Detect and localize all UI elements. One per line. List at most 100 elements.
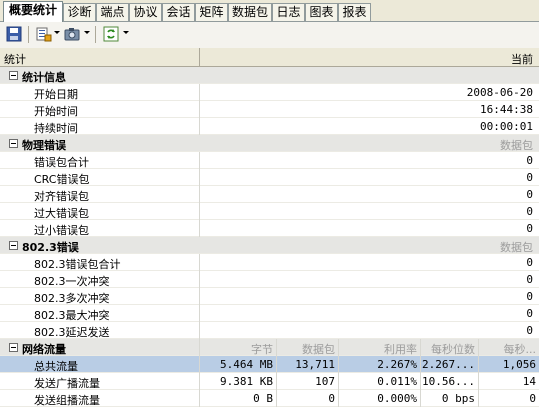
table-row[interactable]: 错误包合计 0 (0, 152, 539, 169)
cell-pps: 0 (478, 390, 539, 407)
collapse-icon[interactable] (9, 343, 18, 352)
column-divider (199, 288, 200, 305)
row-value: 0 (526, 205, 533, 218)
cell-utilization: 0.011% (338, 373, 420, 390)
table-row[interactable]: 802.3延迟发送 0 (0, 322, 539, 339)
section-title: 物理错误 (22, 139, 66, 152)
traffic-column-bytes[interactable]: 字节 (199, 339, 276, 356)
column-header-current[interactable]: 当前 (511, 51, 533, 67)
column-divider (199, 84, 200, 101)
section-header-network-traffic[interactable]: 网络流量 字节 数据包 利用率 每秒位数 每秒... (0, 339, 539, 356)
row-value: 0 (526, 307, 533, 320)
row-label: 802.3多次冲突 (34, 292, 110, 305)
table-row[interactable]: 开始日期 2008-06-20 (0, 84, 539, 101)
row-value: 0 (526, 273, 533, 286)
column-divider[interactable] (199, 48, 200, 67)
section-column-label: 数据包 (500, 139, 533, 152)
table-row[interactable]: 802.3多次冲突 0 (0, 288, 539, 305)
table-row-selected[interactable]: 总共流量 5.464 MB 13,711 2.267% 2.267... 1,0… (0, 356, 539, 373)
table-row[interactable]: 过大错误包 0 (0, 203, 539, 220)
row-value: 0 (526, 290, 533, 303)
cell-packets: 0 (276, 390, 338, 407)
capture-dropdown-arrow[interactable] (84, 31, 90, 34)
tab-charts[interactable]: 图表 (305, 3, 338, 21)
tab-log[interactable]: 日志 (272, 3, 305, 21)
cell-pps: 1,056 (478, 356, 539, 373)
table-row[interactable]: 开始时间 16:44:38 (0, 101, 539, 118)
tab-matrix[interactable]: 矩阵 (195, 3, 228, 21)
row-label: 802.3最大冲突 (34, 309, 110, 322)
row-value: 0 (526, 324, 533, 337)
row-label: 802.3一次冲突 (34, 275, 110, 288)
tab-summary-statistics[interactable]: 概要统计 (3, 1, 63, 22)
column-divider (199, 152, 200, 169)
column-divider (199, 186, 200, 203)
section-header-statistics[interactable]: 统计信息 (0, 67, 539, 84)
statistics-grid: 统计 当前 统计信息 开始日期 2008-06-20 开始时间 16:44:38… (0, 48, 539, 412)
column-divider (199, 305, 200, 322)
table-row[interactable]: 802.3一次冲突 0 (0, 271, 539, 288)
section-column-label: 数据包 (500, 241, 533, 254)
collapse-icon[interactable] (9, 71, 18, 80)
view-options-dropdown-arrow[interactable] (54, 31, 60, 34)
view-options-icon[interactable] (36, 26, 52, 42)
row-label: 过大错误包 (34, 207, 89, 220)
row-value: 0 (526, 256, 533, 269)
traffic-column-utilization[interactable]: 利用率 (338, 339, 420, 356)
row-value: 0 (526, 222, 533, 235)
capture-icon[interactable] (64, 26, 80, 42)
section-header-physical-errors[interactable]: 物理错误 数据包 (0, 135, 539, 152)
save-icon[interactable] (6, 26, 22, 42)
cell-bytes: 9.381 KB (199, 373, 276, 390)
table-row[interactable]: 发送组播流量 0 B 0 0.000% 0 bps 0 (0, 390, 539, 407)
row-label: CRC错误包 (34, 173, 90, 186)
traffic-column-packets[interactable]: 数据包 (276, 339, 338, 356)
row-label: 发送广播流量 (34, 377, 100, 390)
column-divider (199, 203, 200, 220)
column-header-statistic[interactable]: 统计 (4, 51, 26, 67)
row-value: 00:00:01 (480, 120, 533, 133)
row-label: 开始时间 (34, 105, 78, 118)
tab-packets[interactable]: 数据包 (228, 3, 272, 21)
table-row[interactable]: CRC错误包 0 (0, 169, 539, 186)
table-row[interactable]: 对齐错误包 0 (0, 186, 539, 203)
row-value: 0 (526, 154, 533, 167)
traffic-column-bps[interactable]: 每秒位数 (420, 339, 478, 356)
row-value: 0 (526, 171, 533, 184)
tab-reports[interactable]: 报表 (338, 3, 371, 21)
table-row[interactable]: 802.3最大冲突 0 (0, 305, 539, 322)
cell-packets: 107 (276, 373, 338, 390)
refresh-dropdown-arrow[interactable] (123, 31, 129, 34)
row-label: 发送组播流量 (34, 394, 100, 407)
table-row[interactable]: 发送广播流量 9.381 KB 107 0.011% 10.56... 14 (0, 373, 539, 390)
tab-endpoints[interactable]: 端点 (96, 3, 129, 21)
cell-utilization: 2.267% (338, 356, 420, 373)
row-value: 16:44:38 (480, 103, 533, 116)
column-divider (199, 169, 200, 186)
table-row[interactable]: 持续时间 00:00:01 (0, 118, 539, 135)
tab-bar: 概要统计 诊断 端点 协议 会话 矩阵 数据包 日志 图表 报表 (0, 0, 539, 22)
row-label: 过小错误包 (34, 224, 89, 237)
section-title: 网络流量 (22, 343, 66, 356)
cell-bytes: 0 B (199, 390, 276, 407)
table-row[interactable]: 过小错误包 0 (0, 220, 539, 237)
toolbar (0, 22, 539, 48)
table-row[interactable]: 802.3错误包合计 0 (0, 254, 539, 271)
cell-utilization: 0.000% (338, 390, 420, 407)
row-label: 总共流量 (34, 360, 78, 373)
tab-diagnosis[interactable]: 诊断 (63, 3, 96, 21)
section-header-ethernet-errors[interactable]: 802.3错误 数据包 (0, 237, 539, 254)
collapse-icon[interactable] (9, 139, 18, 148)
traffic-column-pps[interactable]: 每秒... (478, 339, 539, 356)
row-label: 对齐错误包 (34, 190, 89, 203)
section-title: 统计信息 (22, 71, 66, 84)
tab-protocols[interactable]: 协议 (129, 3, 162, 21)
cell-bps: 2.267... (420, 356, 478, 373)
collapse-icon[interactable] (9, 241, 18, 250)
tab-sessions[interactable]: 会话 (162, 3, 195, 21)
refresh-icon[interactable] (103, 26, 119, 42)
row-label: 802.3错误包合计 (34, 258, 121, 271)
row-value: 0 (526, 188, 533, 201)
cell-packets: 13,711 (276, 356, 338, 373)
cell-bps: 10.56... (420, 373, 478, 390)
